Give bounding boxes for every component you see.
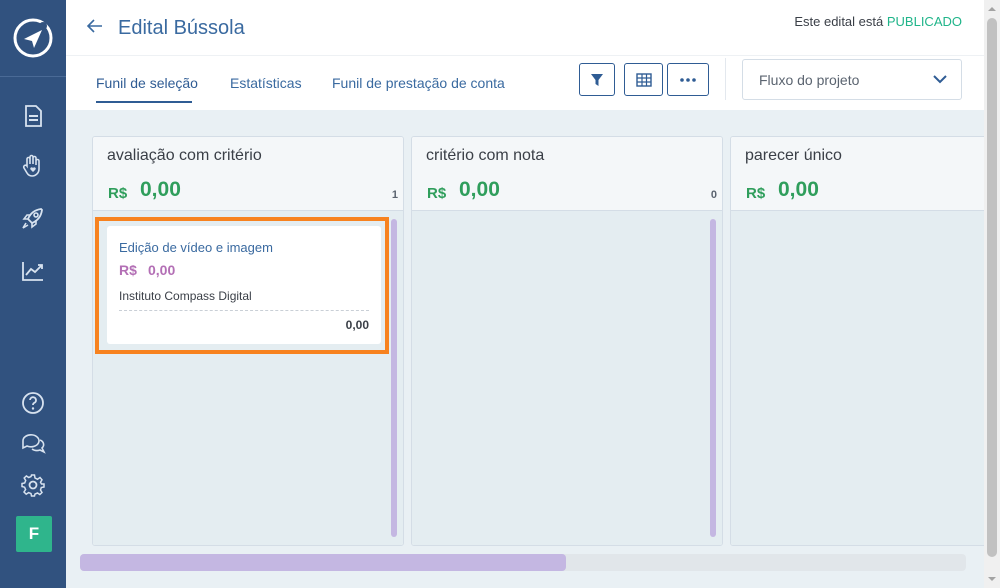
active-tab-indicator xyxy=(96,101,192,103)
card-highlight: Edição de vídeo e imagem R$ 0,00 Institu… xyxy=(95,217,389,354)
column-header: critério com nota R$ 0,00 0 xyxy=(412,137,722,211)
card-organization: Instituto Compass Digital xyxy=(119,289,252,303)
scroll-up-arrow-icon[interactable] xyxy=(987,4,997,14)
toolbar-divider xyxy=(725,58,726,100)
column-header: avaliação com critério R$ 0,00 1 xyxy=(93,137,403,211)
column-currency: R$ xyxy=(427,185,447,202)
card-value: 0,00 xyxy=(345,318,369,332)
chevron-down-icon xyxy=(933,75,947,84)
column-title: parecer único xyxy=(745,147,842,164)
avatar[interactable]: F xyxy=(16,516,52,552)
kanban-board: avaliação com critério R$ 0,00 1 critéri… xyxy=(66,110,984,588)
table-icon xyxy=(635,72,652,87)
horizontal-scroll-thumb[interactable] xyxy=(80,554,566,571)
more-dots-icon xyxy=(680,77,696,82)
column-parecer-unico: parecer único R$ 0,00 xyxy=(730,136,984,546)
column-title: avaliação com critério xyxy=(107,147,262,164)
status-badge: PUBLICADO xyxy=(886,14,962,29)
more-options-button[interactable] xyxy=(667,63,709,96)
status-prefix: Este edital está xyxy=(794,14,884,29)
column-count: 0 xyxy=(710,189,717,201)
card-title[interactable]: Edição de vídeo e imagem xyxy=(119,240,273,255)
filter-icon xyxy=(591,73,603,86)
sidebar: F xyxy=(0,0,66,588)
column-criterio-nota: critério com nota R$ 0,00 0 xyxy=(411,136,723,546)
card-amount: 0,00 xyxy=(148,262,176,278)
column-scrollbar[interactable] xyxy=(391,219,397,537)
horizontal-scrollbar[interactable] xyxy=(80,554,966,571)
chart-trend-icon[interactable] xyxy=(20,258,46,284)
flow-select[interactable]: Fluxo do projeto xyxy=(742,59,962,100)
tab-funil-selecao[interactable]: Funil de seleção xyxy=(96,75,198,91)
publication-status: Este edital está PUBLICADO xyxy=(794,14,962,29)
column-body xyxy=(412,211,722,545)
sidebar-divider xyxy=(0,76,66,77)
header: Edital Bússola Este edital está PUBLICAD… xyxy=(66,0,984,110)
header-divider xyxy=(66,55,984,56)
help-icon[interactable] xyxy=(20,390,46,416)
page-title: Edital Bússola xyxy=(118,17,245,39)
main-content: Edital Bússola Este edital está PUBLICAD… xyxy=(66,0,984,588)
chat-icon[interactable] xyxy=(20,430,46,456)
gear-icon[interactable] xyxy=(20,472,46,498)
column-currency: R$ xyxy=(108,185,128,202)
page-scrollbar[interactable] xyxy=(984,0,1000,588)
column-header: parecer único R$ 0,00 xyxy=(731,137,984,211)
column-title: critério com nota xyxy=(426,147,545,164)
card-divider xyxy=(119,310,369,311)
document-icon[interactable] xyxy=(20,103,46,129)
scroll-down-arrow-icon[interactable] xyxy=(987,574,997,584)
column-total: 0,00 xyxy=(459,178,500,201)
card-currency: R$ xyxy=(119,262,137,278)
table-view-button[interactable] xyxy=(624,63,663,96)
filter-button[interactable] xyxy=(579,63,615,96)
column-body xyxy=(731,211,984,545)
rocket-icon[interactable] xyxy=(20,205,46,231)
tab-funil-prestacao-conta[interactable]: Funil de prestação de conta xyxy=(332,75,505,91)
column-total: 0,00 xyxy=(140,178,181,201)
column-currency: R$ xyxy=(746,185,766,202)
compass-logo-icon[interactable] xyxy=(12,17,54,59)
column-scrollbar[interactable] xyxy=(710,219,716,537)
column-count: 1 xyxy=(391,189,398,201)
hand-heart-icon[interactable] xyxy=(20,153,46,179)
column-total: 0,00 xyxy=(778,178,819,201)
flow-select-label: Fluxo do projeto xyxy=(759,72,860,88)
project-card[interactable]: Edição de vídeo e imagem R$ 0,00 Institu… xyxy=(107,226,381,344)
tab-estatisticas[interactable]: Estatísticas xyxy=(230,75,302,91)
back-arrow-icon[interactable] xyxy=(86,17,104,35)
page-scroll-thumb[interactable] xyxy=(987,18,997,557)
